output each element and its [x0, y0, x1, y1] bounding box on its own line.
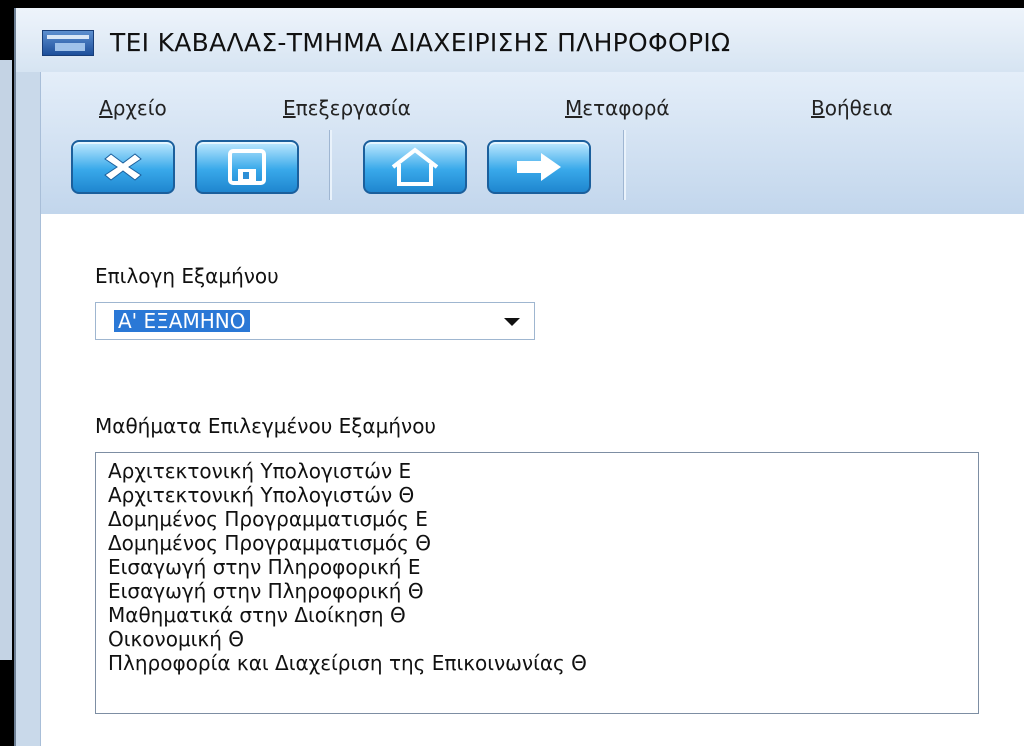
save-button[interactable] — [195, 140, 299, 194]
menu-help[interactable]: Βοήθεια — [811, 96, 893, 120]
close-icon — [104, 153, 142, 181]
list-item[interactable]: Οικονομική Θ — [108, 627, 244, 651]
close-button[interactable] — [71, 140, 175, 194]
courses-label: Μαθήματα Επιλεγμένου Εξαμήνου — [95, 414, 436, 438]
menu-bar: Αρχείο Επεξεργασία Μεταφορά Βοήθεια — [41, 90, 1024, 126]
courses-list[interactable]: Αρχιτεκτονική Υπολογιστών Ε Αρχιτεκτονικ… — [95, 452, 979, 714]
menu-file[interactable]: Αρχείο — [99, 96, 167, 120]
background-window-edge — [0, 60, 12, 660]
main-content: Επιλογη Εξαμήνου Α' ΕΞΑΜΗΝΟ Μαθήματα Επι… — [40, 214, 1024, 746]
app-icon — [42, 30, 94, 56]
list-item[interactable]: Πληροφορία και Διαχείριση της Επικοινωνί… — [108, 651, 587, 675]
list-item[interactable]: Εισαγωγή στην Πληροφορική Ε — [108, 555, 420, 579]
list-item[interactable]: Δομημένος Προγραμματισμός Ε — [108, 507, 428, 531]
next-button[interactable] — [487, 140, 591, 194]
semester-selected-value: Α' ΕΞΑΜΗΝΟ — [114, 310, 250, 332]
list-item[interactable]: Δομημένος Προγραμματισμός Θ — [108, 531, 431, 555]
list-item[interactable]: Αρχιτεκτονική Υπολογιστών Θ — [108, 483, 414, 507]
home-button[interactable] — [363, 140, 467, 194]
toolbar-separator — [329, 130, 332, 200]
arrow-right-icon — [517, 153, 561, 181]
toolbar-separator — [623, 130, 626, 200]
list-item[interactable]: Εισαγωγή στην Πληροφορική Θ — [108, 579, 424, 603]
list-item[interactable]: Μαθηματικά στην Διοίκηση Θ — [108, 603, 406, 627]
list-item[interactable]: Αρχιτεκτονική Υπολογιστών Ε — [108, 459, 411, 483]
semester-label: Επιλογη Εξαμήνου — [95, 264, 279, 288]
semester-select[interactable]: Α' ΕΞΑΜΗΝΟ — [95, 302, 535, 340]
menu-transfer[interactable]: Μεταφορά — [565, 96, 670, 120]
home-icon — [391, 147, 439, 186]
window-title: ΤΕΙ ΚΑΒΑΛΑΣ-ΤΜΗΜΑ ΔΙΑΧΕΙΡΙΣΗΣ ΠΛΗΡΟΦΟΡΙΩ — [110, 28, 731, 57]
toolbar — [41, 130, 1024, 202]
chevron-down-icon[interactable] — [504, 318, 520, 326]
menu-edit[interactable]: Επεξεργασία — [283, 96, 411, 120]
title-bar[interactable]: ΤΕΙ ΚΑΒΑΛΑΣ-ΤΜΗΜΑ ΔΙΑΧΕΙΡΙΣΗΣ ΠΛΗΡΟΦΟΡΙΩ — [16, 8, 1024, 72]
app-window: ΤΕΙ ΚΑΒΑΛΑΣ-ΤΜΗΜΑ ΔΙΑΧΕΙΡΙΣΗΣ ΠΛΗΡΟΦΟΡΙΩ… — [14, 8, 1024, 746]
save-icon — [228, 149, 266, 185]
menu-toolbar-area: Αρχείο Επεξεργασία Μεταφορά Βοήθεια — [40, 72, 1024, 214]
